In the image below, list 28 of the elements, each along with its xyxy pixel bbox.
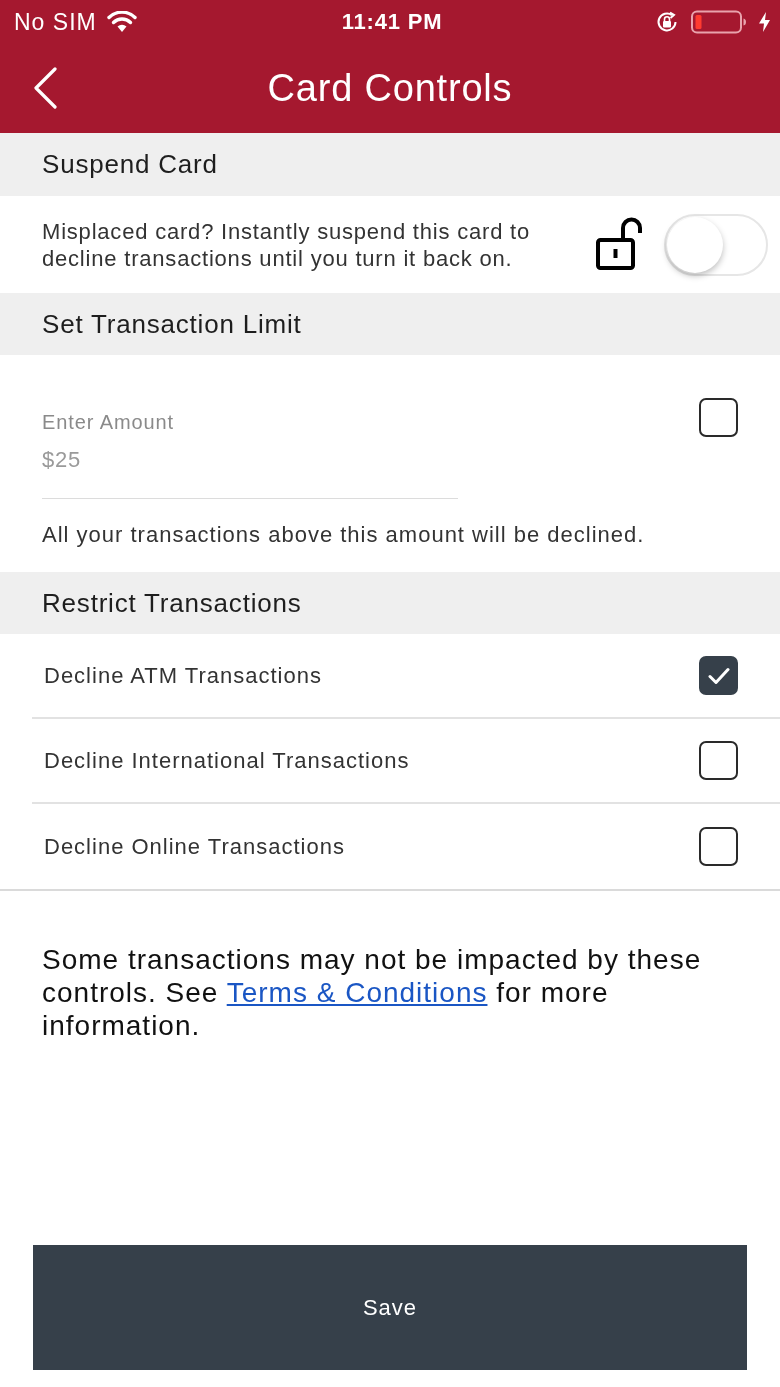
- check-icon: [707, 666, 730, 685]
- option-checkbox[interactable]: [699, 741, 738, 780]
- save-button[interactable]: Save: [33, 1245, 747, 1370]
- amount-field[interactable]: $25: [42, 442, 458, 499]
- option-checkbox[interactable]: [699, 827, 738, 866]
- field-label: Enter Amount: [42, 410, 175, 434]
- suspend-toggle[interactable]: [664, 213, 768, 276]
- section-header: Suspend Card: [0, 133, 780, 196]
- open-padlock-icon: [596, 215, 642, 270]
- charging-bolt-icon: [759, 12, 770, 32]
- option-label: Decline International Transactions: [44, 747, 410, 774]
- battery-icon: [691, 10, 747, 34]
- section-header: Restrict Transactions: [0, 572, 780, 634]
- option-checkbox[interactable]: [699, 656, 738, 695]
- option-label: Decline Online Transactions: [44, 833, 345, 860]
- section-header: Set Transaction Limit: [0, 293, 780, 355]
- terms-link[interactable]: Terms & Conditions: [226, 977, 488, 1008]
- limit-note: All your transactions above this amount will be declined.: [42, 522, 646, 548]
- rotation-lock-icon: [655, 10, 679, 34]
- carrier-label: No SIM: [14, 8, 97, 36]
- disclaimer-text: Some transactions may not be impacted by these controls. See Terms & Conditions for more information.: [41, 943, 703, 1042]
- suspend-description: Misplaced card? Instantly suspend this card to decline transactions until you turn it back on.: [42, 217, 532, 272]
- option-label: Decline ATM Transactions: [44, 662, 322, 689]
- wifi-icon: [106, 11, 137, 33]
- status-time: 11:41 PM: [341, 9, 443, 35]
- limit-checkbox[interactable]: [699, 398, 738, 437]
- back-chevron-icon: [33, 67, 57, 109]
- screen-title: Card Controls: [267, 67, 513, 110]
